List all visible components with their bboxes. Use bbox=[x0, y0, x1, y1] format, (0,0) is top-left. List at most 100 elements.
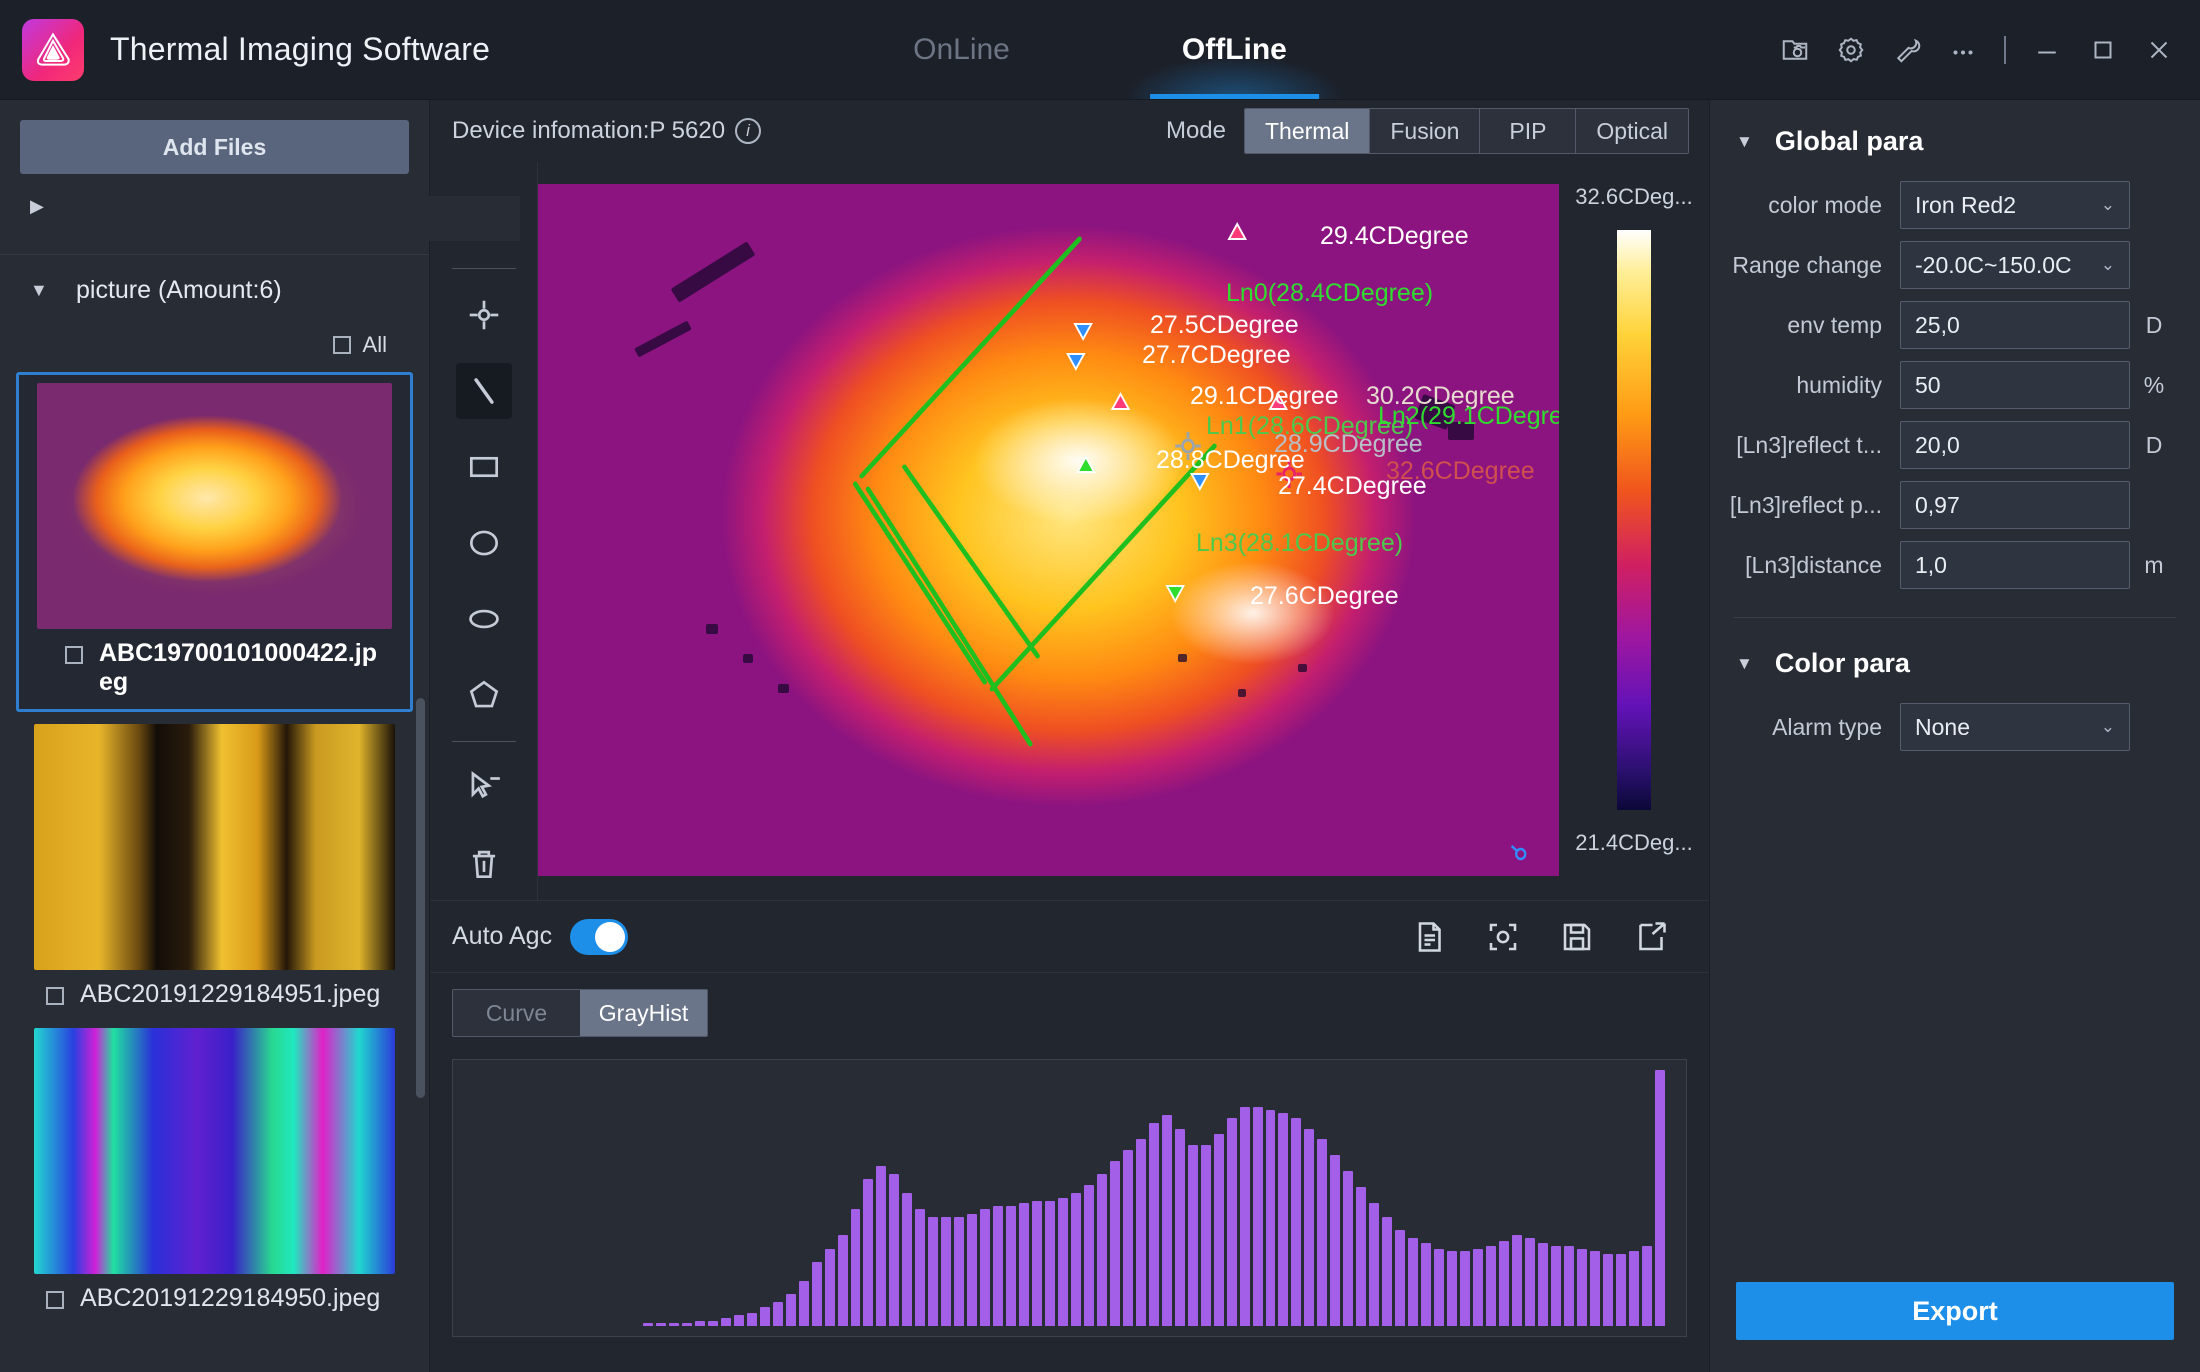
more-options-icon[interactable] bbox=[1948, 35, 1978, 65]
share-export-icon[interactable] bbox=[1633, 919, 1669, 955]
histogram-bar bbox=[1641, 1246, 1652, 1326]
wrench-icon[interactable] bbox=[1892, 35, 1922, 65]
file-thumbnail-list[interactable]: ABC19700101000422.jpeg ABC20191229184951… bbox=[0, 368, 429, 1372]
close-icon[interactable] bbox=[2144, 35, 2174, 65]
parameter-select[interactable]: -20.0C~150.0C ⌄ bbox=[1900, 241, 2130, 289]
histogram-bar bbox=[1537, 1243, 1548, 1326]
select-all-row[interactable]: All bbox=[0, 326, 429, 368]
histogram-bar bbox=[1330, 1155, 1341, 1326]
parameter-input[interactable]: 1,0 bbox=[1900, 541, 2130, 589]
histogram-bar bbox=[1511, 1235, 1522, 1326]
histogram-bar bbox=[850, 1208, 861, 1326]
parameters-panel: Global para color modeIron Red2⌄Range ch… bbox=[1710, 100, 2200, 1372]
histogram-bar bbox=[980, 1208, 991, 1326]
histogram-plot bbox=[452, 1059, 1687, 1337]
polygon-measure-icon[interactable] bbox=[456, 667, 512, 723]
export-button[interactable]: Export bbox=[1736, 1282, 2174, 1340]
chevron-down-icon: ⌄ bbox=[2100, 195, 2115, 214]
select-all-checkbox[interactable] bbox=[332, 336, 351, 354]
mode-fusion-button[interactable]: Fusion bbox=[1370, 109, 1481, 153]
parameter-row: [Ln3]distance 1,0 m bbox=[1710, 535, 2200, 595]
add-files-button[interactable]: Add Files bbox=[20, 120, 409, 174]
annotation-label: Ln0(28.4CDegree) bbox=[1226, 279, 1434, 307]
thermal-image-canvas[interactable]: 29.4CDegree Ln0(28.4CDegree) 27.5CDegree… bbox=[538, 162, 1559, 900]
list-item[interactable]: ABC20191229184950.jpeg bbox=[0, 1020, 429, 1325]
histogram-bar bbox=[1615, 1254, 1626, 1326]
auto-agc-toggle[interactable] bbox=[570, 918, 629, 955]
parameter-value: 1,0 bbox=[1915, 551, 1947, 578]
circle-measure-icon[interactable] bbox=[456, 515, 512, 571]
histogram-bar bbox=[1460, 1251, 1470, 1326]
list-item[interactable]: ABC20191229184951.jpeg bbox=[0, 716, 429, 1021]
parameter-unit: m bbox=[2144, 551, 2164, 578]
histogram-bar bbox=[1602, 1254, 1613, 1326]
thumbnail-caption: ABC20191229184950.jpeg bbox=[0, 1274, 429, 1325]
histogram-bar bbox=[643, 1323, 653, 1326]
parameter-input[interactable]: 20,0 bbox=[1900, 421, 2130, 469]
color-para-section-header[interactable]: Color para bbox=[1710, 622, 2200, 697]
color-para-title: Color para bbox=[1774, 648, 1910, 678]
info-icon[interactable]: i bbox=[735, 118, 762, 144]
parameter-label: humidity bbox=[1796, 371, 1882, 398]
tree-node-picture[interactable]: picture (Amount:6) bbox=[0, 254, 429, 326]
file-checkbox[interactable] bbox=[46, 1291, 64, 1310]
sidebar-scrollbar[interactable] bbox=[416, 698, 425, 1098]
color-para-fields: Alarm type None ⌄ bbox=[1710, 697, 2200, 757]
histogram-bar bbox=[928, 1216, 939, 1326]
parameter-select[interactable]: None ⌄ bbox=[1900, 703, 2130, 751]
chevron-down-icon: ⌄ bbox=[2100, 717, 2115, 736]
tree-node-video[interactable]: video (Amount:0) bbox=[0, 182, 664, 254]
parameter-unit: D bbox=[2145, 311, 2163, 338]
toolbar-divider bbox=[451, 268, 516, 269]
deselect-cursor-icon[interactable] bbox=[456, 760, 512, 816]
histogram-bar bbox=[759, 1307, 770, 1326]
file-checkbox[interactable] bbox=[46, 986, 64, 1005]
histogram-bar bbox=[915, 1208, 926, 1326]
ellipse-measure-icon[interactable] bbox=[456, 591, 512, 647]
point-measure-icon[interactable] bbox=[456, 287, 512, 343]
histogram-bar bbox=[837, 1235, 848, 1326]
minimize-icon[interactable] bbox=[2032, 35, 2062, 65]
histogram-bar bbox=[1096, 1174, 1107, 1326]
tab-offline[interactable]: OffLine bbox=[1125, 0, 1343, 99]
parameter-input[interactable]: 0,97 bbox=[1900, 481, 2130, 529]
parameter-input[interactable]: 50 bbox=[1900, 361, 2130, 409]
focus-target-icon[interactable] bbox=[1485, 919, 1521, 955]
file-checkbox[interactable] bbox=[65, 646, 83, 664]
global-para-fields: color mode Iron Red2 ⌄ Range change -20.0C~1… bbox=[1710, 175, 2200, 595]
histogram-bar bbox=[681, 1323, 692, 1326]
tab-curve[interactable]: Curve bbox=[453, 990, 580, 1036]
temperature-scale: 32.6CDeg... 21.4CDeg... bbox=[1559, 162, 1709, 900]
delete-trash-icon[interactable] bbox=[456, 836, 512, 892]
annotation-label: 29.4CDegree bbox=[1320, 222, 1469, 250]
thermal-image[interactable]: 29.4CDegree Ln0(28.4CDegree) 27.5CDegree… bbox=[538, 184, 1559, 876]
histogram-bar bbox=[1434, 1248, 1445, 1326]
annotation-label: 27.7CDegree bbox=[1142, 341, 1291, 369]
gear-icon[interactable] bbox=[1836, 35, 1866, 65]
tab-online[interactable]: OnLine bbox=[907, 0, 1016, 99]
mode-optical-button[interactable]: Optical bbox=[1576, 109, 1688, 153]
histogram-bar bbox=[1239, 1107, 1250, 1326]
global-para-section-header[interactable]: Global para bbox=[1710, 100, 2200, 175]
histogram-bar bbox=[1200, 1144, 1211, 1326]
parameter-row: Alarm type None ⌄ bbox=[1710, 697, 2200, 757]
snapshot-folder-icon[interactable] bbox=[1780, 35, 1810, 65]
histogram-bar bbox=[1213, 1134, 1224, 1326]
tab-grayhist[interactable]: GrayHist bbox=[580, 990, 707, 1036]
rectangle-measure-icon[interactable] bbox=[456, 439, 512, 495]
histogram-bar bbox=[1070, 1192, 1081, 1326]
parameter-input[interactable]: 25,0 bbox=[1900, 301, 2130, 349]
report-document-icon[interactable] bbox=[1411, 919, 1447, 955]
parameter-select[interactable]: Iron Red2 ⌄ bbox=[1900, 181, 2130, 229]
viewer-panel: Device infomation:P 5620 i Mode Thermal … bbox=[430, 100, 1710, 1372]
parameter-value: 20,0 bbox=[1915, 431, 1960, 458]
histogram-bar bbox=[876, 1166, 887, 1326]
maximize-icon[interactable] bbox=[2088, 35, 2118, 65]
line-measure-icon[interactable] bbox=[455, 363, 512, 419]
histogram-bar bbox=[772, 1302, 783, 1326]
mode-pip-button[interactable]: PIP bbox=[1480, 109, 1577, 153]
mode-thermal-button[interactable]: Thermal bbox=[1245, 109, 1371, 153]
save-disk-icon[interactable] bbox=[1559, 919, 1595, 955]
list-item[interactable]: ABC19700101000422.jpeg bbox=[16, 372, 413, 712]
histogram-bar bbox=[1576, 1248, 1587, 1326]
